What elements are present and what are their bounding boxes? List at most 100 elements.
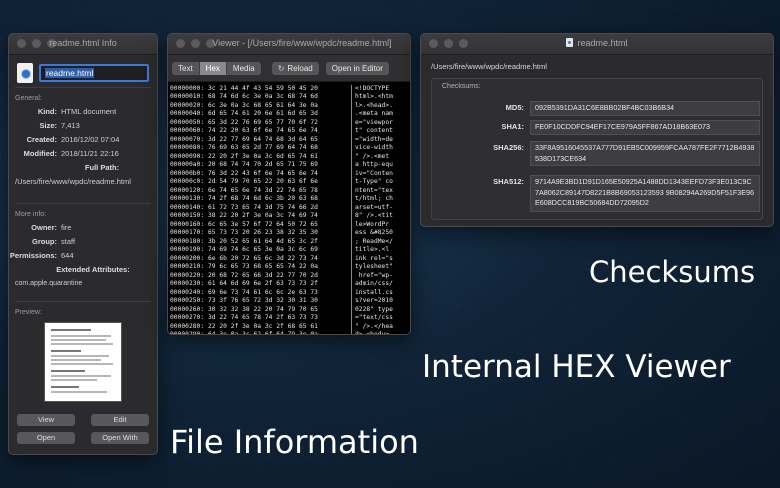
hex-offset: 00000290: — [170, 331, 205, 335]
document-preview-thumbnail — [44, 322, 122, 402]
hex-ascii: ="width=de — [355, 135, 393, 143]
hex-offset: 00000080: — [170, 144, 205, 152]
extended-attributes-value: com.apple.quarantine — [15, 280, 83, 287]
hex-bytes: 3b 20 52 65 61 64 4d 65 3c 2f — [208, 237, 318, 245]
tab-hex[interactable]: Hex — [199, 61, 227, 75]
kind-label: Kind: — [37, 107, 57, 116]
view-mode-segmented-control: Text Hex Media — [172, 61, 261, 75]
hex-offset: 00000210: — [170, 263, 205, 271]
hex-bytes: 6e 6b 20 72 65 6c 3d 22 73 74 — [208, 254, 318, 262]
group-row: Group: staff — [9, 235, 157, 249]
sha512-row: SHA512: 9714A9E3BD1D91D165E50925A1488DD1… — [432, 175, 762, 212]
hex-ascii: " />.<met — [355, 152, 390, 160]
divider — [15, 301, 151, 302]
hex-bytes-column: 3c 21 44 4f 43 54 59 50 45 20 68 74 6d 6c… — [208, 85, 348, 335]
hex-ascii: a http-equ — [355, 161, 393, 169]
hex-bytes: 3d 22 74 65 78 74 2f 63 73 73 — [208, 314, 318, 322]
md5-value[interactable]: 092B5391DA31C6E8BB02BF4BC03B6B34 — [530, 101, 760, 116]
md5-row: MD5: 092B5391DA31C6E8BB02BF4BC03B6B34 — [432, 101, 762, 116]
reload-label: Reload — [287, 63, 313, 73]
hex-offset: 00000010: — [170, 93, 205, 101]
hex-offset: 00000020: — [170, 101, 205, 109]
sha256-label: SHA256: — [493, 143, 524, 152]
hex-ascii: s?ver=2010 — [355, 297, 393, 305]
viewer-titlebar: Viewer - [/Users/fire/www/wpdc/readme.ht… — [168, 34, 410, 55]
window-title: readme.html Info — [49, 38, 117, 48]
hex-bytes: 22 20 2f 3e 0a 3c 6d 65 74 61 — [208, 152, 318, 160]
hex-ascii: 8" />.<tit — [355, 212, 393, 220]
open-in-editor-button[interactable]: Open in Editor — [325, 61, 389, 75]
hex-ascii: admin/css/ — [355, 280, 393, 288]
file-name-text: readme.html — [45, 68, 95, 78]
hex-ascii: e="viewpor — [355, 118, 393, 126]
file-information-caption: File Information — [170, 423, 419, 461]
hex-dump-view[interactable]: 00000000: 00000010: 00000020: 00000040: 0000… — [168, 82, 410, 335]
general-section-label: General: — [15, 95, 42, 102]
hex-offset: 000000b0: — [170, 169, 205, 177]
document-icon — [566, 38, 574, 47]
hex-offset: 00000170: — [170, 229, 205, 237]
hex-offset: 00000220: — [170, 271, 205, 279]
hex-bytes: 68 74 6d 6c 3e 0a 3c 68 74 6d — [208, 93, 318, 101]
permissions-value: 644 — [61, 251, 74, 260]
hex-ascii: ="text/css — [355, 314, 393, 322]
full-path-value: /Users/fire/www/wpdc/readme.html — [15, 177, 131, 186]
hex-ascii: t-Type" co — [355, 178, 393, 186]
hex-ascii: le>WordPr — [355, 220, 390, 228]
ascii-column: <!DOCTYPE html>.<htm l>.<head>. .<meta nam e… — [355, 85, 410, 334]
divider — [15, 87, 151, 88]
hex-bytes: 61 72 73 65 74 3d 75 74 66 2d — [208, 203, 318, 211]
sha512-label: SHA512: — [493, 177, 524, 186]
view-button[interactable]: View — [17, 414, 75, 426]
hex-bytes: 64 3e 0a 3c 62 6f 64 79 3e 0a — [208, 331, 318, 335]
hex-offset: 00000280: — [170, 322, 205, 330]
edit-button[interactable]: Edit — [91, 414, 149, 426]
size-value: 7,413 — [61, 121, 80, 130]
hex-ascii: l>.<head>. — [355, 101, 393, 109]
hex-bytes: 74 69 74 6c 65 3e 0a 3c 6c 69 — [208, 246, 318, 254]
created-row: Created: 2016/12/02 07:04 — [9, 133, 157, 147]
hex-bytes: 20 68 74 74 70 2d 65 71 75 69 — [208, 161, 318, 169]
sha1-value[interactable]: FE0F10CDDFC94EF17CE979A5FF867AD18B63E073 — [530, 120, 760, 135]
tab-text[interactable]: Text — [172, 61, 200, 75]
sha256-row: SHA256: 33F8A9516045537A777D91EB5C009959… — [432, 141, 762, 166]
sha256-value[interactable]: 33F8A9516045537A777D91EB5C009959FCAA787F… — [530, 141, 760, 166]
hex-ascii: title>.<l — [355, 246, 390, 254]
hex-ascii: iv="Conten — [355, 169, 393, 177]
checksums-titlebar: readme.html — [421, 34, 773, 55]
hex-ascii: .<meta nam — [355, 110, 393, 118]
info-titlebar: readme.html Info — [9, 34, 157, 55]
hex-bytes: 3d 22 77 69 64 74 68 3d 64 65 — [208, 135, 318, 143]
hex-ascii: html>.<htm — [355, 93, 393, 101]
modified-value: 2018/11/21 22:16 — [61, 149, 119, 158]
open-with-button[interactable]: Open With — [91, 432, 149, 444]
hex-bytes: 61 64 6d 69 6e 2f 63 73 73 2f — [208, 280, 318, 288]
hex-bytes: 69 6e 73 74 61 6c 6c 2e 63 73 — [208, 288, 318, 296]
sha1-row: SHA1: FE0F10CDDFC94EF17CE979A5FF867AD18B… — [432, 120, 762, 135]
reload-button[interactable]: ↻ Reload — [271, 61, 319, 75]
hex-offset: 00000230: — [170, 280, 205, 288]
kind-row: Kind: HTML document — [9, 105, 157, 119]
checksums-caption: Checksums — [589, 255, 756, 289]
hex-bytes: 74 2f 68 74 6d 6c 3b 20 63 68 — [208, 195, 318, 203]
file-name-field[interactable]: readme.html — [39, 64, 149, 82]
hex-offset: 00000120: — [170, 186, 205, 194]
sha512-value[interactable]: 9714A9E3BD1D91D165E50925A1488DD1343EEFD7… — [530, 175, 760, 212]
window-title: Viewer - [/Users/fire/www/wpdc/readme.ht… — [212, 38, 392, 48]
tab-media[interactable]: Media — [227, 62, 261, 75]
hex-offset: 000000c0: — [170, 178, 205, 186]
viewer-toolbar: Text Hex Media ↻ Reload Open in Editor — [168, 55, 410, 82]
hex-offset: 00000200: — [170, 254, 205, 262]
hex-bytes: 74 22 20 63 6f 6e 74 65 6e 74 — [208, 127, 318, 135]
hex-offset: 000000a0: — [170, 161, 205, 169]
hex-viewer-window: Viewer - [/Users/fire/www/wpdc/readme.ht… — [167, 33, 411, 335]
hex-ascii: ink rel="s — [355, 254, 393, 262]
permissions-row: Permissions: 644 — [9, 249, 157, 263]
group-label: Group: — [32, 237, 57, 246]
hex-bytes: 76 3d 22 43 6f 6e 74 65 6e 74 — [208, 169, 318, 177]
hex-ascii: " />.</hea — [355, 322, 393, 330]
open-button[interactable]: Open — [17, 432, 75, 444]
hex-ascii: <!DOCTYPE — [355, 85, 390, 92]
hex-ascii: vice-width — [355, 144, 393, 152]
hex-offset: 00000090: — [170, 152, 205, 160]
